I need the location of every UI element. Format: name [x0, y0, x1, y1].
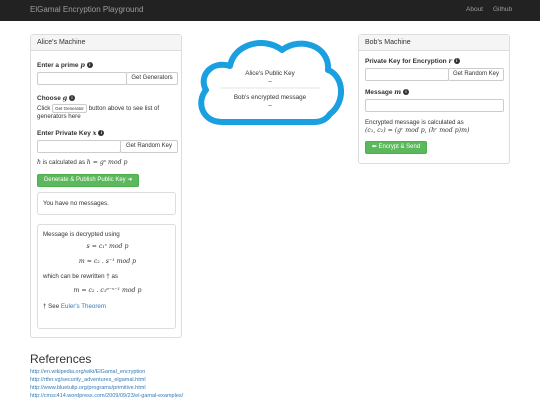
prime-input[interactable]: [37, 72, 127, 85]
euler-theorem-link[interactable]: Euler's Theorem: [61, 303, 106, 310]
info-icon: i: [69, 95, 76, 101]
private-key-label: Enter Private Key x i: [37, 129, 105, 137]
no-messages-text: You have no messages.: [43, 200, 109, 207]
equation-m-rewritten: m = c₂ . c₁ᵖ⁻ˣ⁻¹ mod p: [73, 287, 142, 294]
message-label: Message m i: [365, 88, 409, 96]
encrypted-calc-text: Encrypted message is calculated as: [365, 119, 464, 126]
alice-panel-title: Alice's Machine: [31, 35, 181, 51]
bob-panel-title: Bob's Machine: [359, 35, 509, 51]
bob-private-key-label: Private Key for Encryption r i: [365, 57, 460, 65]
public-channel-cloud: Alice's Public Key – Bob's encrypted mes…: [190, 30, 350, 130]
alice-panel: Alice's Machine Enter a prime p i Get Ge…: [30, 34, 182, 338]
info-icon: i: [453, 58, 460, 64]
rewritten-text: which can be rewritten † as: [43, 273, 118, 280]
info-icon: i: [402, 89, 409, 95]
publish-public-key-button[interactable]: Generate & Publish Public Key ➜: [37, 174, 139, 187]
encrypted-formula: (c₁, c₂) = (gʳ mod p, (hʳ mod p)m): [365, 127, 470, 134]
references-heading: References: [30, 352, 92, 366]
reference-link[interactable]: http://cmsc414.wordpress.com/2009/09/23/…: [30, 393, 183, 399]
bob-encrypted-message-label: Bob's encrypted message: [233, 94, 307, 101]
decryption-info-box: Message is decrypted using s = c₁ˣ mod p…: [37, 224, 176, 329]
message-input[interactable]: [365, 99, 504, 112]
info-icon: i: [86, 62, 93, 68]
reference-link[interactable]: http://rtfer.vg/security_adventures_elga…: [30, 377, 146, 383]
choose-g-label: Choose g i: [37, 94, 76, 102]
get-generators-button[interactable]: Get Generators: [126, 72, 178, 85]
alice-public-key-value: –: [268, 78, 272, 85]
prime-label: Enter a prime p i: [37, 61, 93, 69]
nav-about-link[interactable]: About: [466, 6, 483, 13]
h-calculation-text: h is calculated as h = gˣ mod p: [37, 159, 128, 166]
alice-messages-box: You have no messages.: [37, 192, 176, 215]
info-icon: i: [98, 130, 105, 136]
euler-note: † See Euler's Theorem: [43, 303, 106, 310]
navbar: ElGamal Encryption Playground About Gith…: [0, 0, 540, 21]
equation-s: s = c₁ˣ mod p: [86, 243, 129, 250]
bob-panel: Bob's Machine Private Key for Encryption…: [358, 34, 510, 164]
decrypt-intro-text: Message is decrypted using: [43, 231, 120, 238]
encrypt-send-button[interactable]: ⬅ Encrypt & Send: [365, 141, 427, 154]
get-generator-inline-button[interactable]: Get Generator: [52, 104, 87, 113]
brand-link[interactable]: ElGamal Encryption Playground: [30, 5, 143, 14]
reference-link[interactable]: http://en.wikipedia.org/wiki/ElGamal_enc…: [30, 369, 145, 375]
reference-link[interactable]: http://www.bluetulip.org/programs/primit…: [30, 385, 146, 391]
alice-get-random-key-button[interactable]: Get Random Key: [120, 140, 178, 153]
alice-private-key-input[interactable]: [37, 140, 121, 153]
equation-m: m = c₂ . s⁻¹ mod p: [78, 258, 137, 265]
alice-public-key-label: Alice's Public Key: [245, 70, 295, 77]
nav-github-link[interactable]: Github: [493, 6, 512, 13]
bob-encrypted-message-value: –: [268, 102, 272, 109]
bob-private-key-input[interactable]: [365, 68, 449, 81]
choose-g-help: Click Get Generator button above to see …: [37, 104, 160, 120]
bob-get-random-key-button[interactable]: Get Random Key: [448, 68, 504, 81]
